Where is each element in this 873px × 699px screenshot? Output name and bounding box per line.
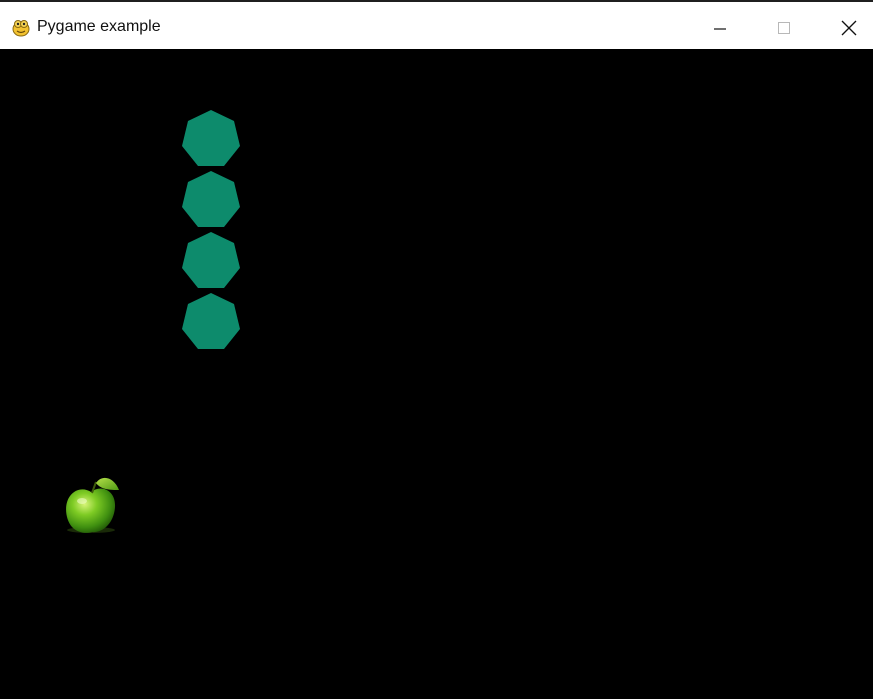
- minimize-button[interactable]: [688, 4, 752, 49]
- close-icon: [841, 20, 857, 36]
- snake-segment: [182, 171, 240, 227]
- maximize-button[interactable]: [752, 4, 816, 49]
- pygame-snake-icon: [12, 20, 30, 37]
- maximize-icon: [778, 22, 790, 34]
- minimize-icon: [714, 28, 726, 30]
- game-window: Pygame example: [0, 0, 873, 699]
- title-bar[interactable]: Pygame example: [0, 4, 873, 49]
- snake: [182, 110, 240, 349]
- apple-highlight: [77, 498, 87, 504]
- game-canvas[interactable]: [0, 49, 873, 699]
- window-title: Pygame example: [37, 18, 161, 35]
- snake-segment: [182, 293, 240, 349]
- close-button[interactable]: [816, 4, 873, 49]
- apple-food: [66, 477, 119, 533]
- snake-segment: [182, 110, 240, 166]
- game-scene: [66, 110, 240, 533]
- apple-body: [66, 488, 116, 533]
- snake-segment: [182, 232, 240, 288]
- apple-leaf: [96, 477, 119, 490]
